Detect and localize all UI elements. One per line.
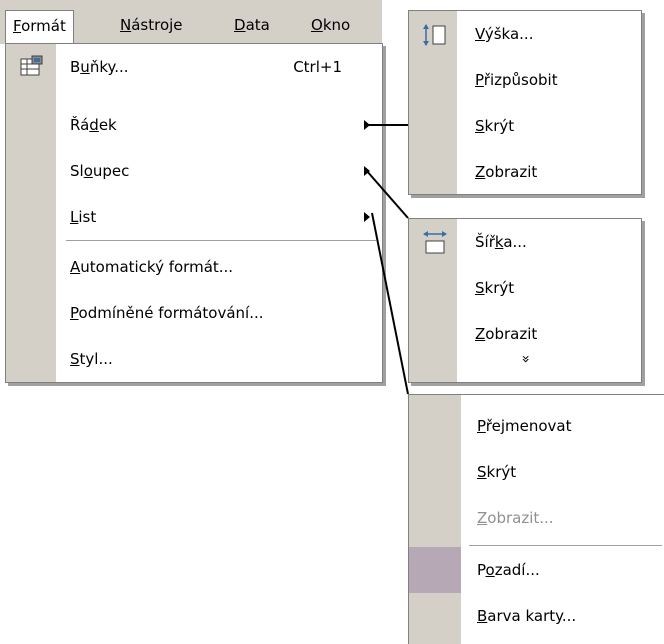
connector-lines [365,124,409,395]
